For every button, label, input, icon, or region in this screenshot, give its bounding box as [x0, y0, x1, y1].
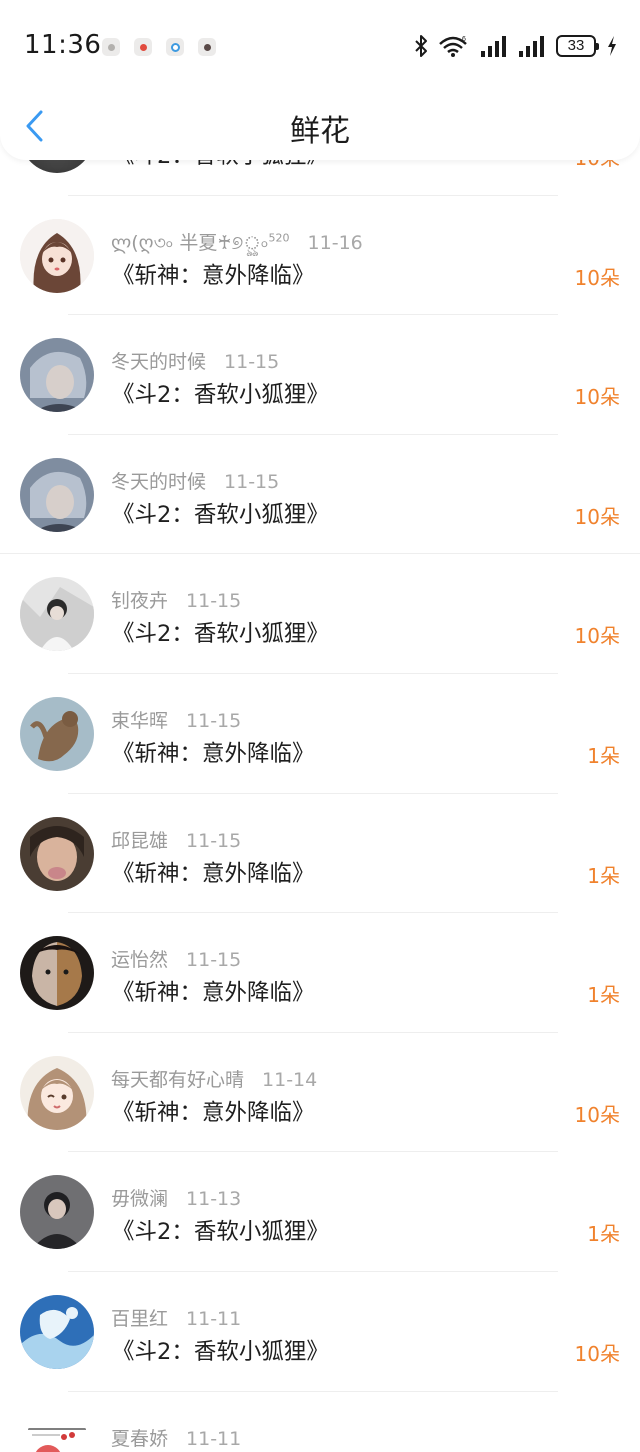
app-notification-icon — [102, 38, 120, 56]
app-notification-icon — [198, 38, 216, 56]
gift-date: 11-11 — [186, 1427, 242, 1450]
flower-amount: 1朵 — [587, 743, 620, 768]
gift-date: 11-15 — [186, 829, 242, 852]
list-item[interactable]: 每天都有好心晴 11-14 《斩神：意外降临》 10朵 — [0, 1033, 640, 1153]
user-name: 每天都有好心晴 — [111, 1068, 245, 1091]
app-notification-icon — [134, 38, 152, 56]
book-title: 《斩神：意外降临》 — [112, 262, 315, 289]
avatar — [20, 218, 94, 293]
flower-amount: 10朵 — [574, 1341, 620, 1366]
book-title: 《斗2：香软小狐狸》 — [112, 1338, 329, 1365]
page-title: 鲜花 — [290, 114, 350, 149]
book-title: 《斩神：意外降临》 — [112, 860, 315, 887]
user-name: 冬天的时候 — [111, 351, 207, 374]
user-name-line: 夏春娇 11-11 — [111, 1424, 241, 1451]
user-name-line: 冬天的时候 11-15 — [111, 347, 279, 374]
status-right: 6 33 — [414, 34, 618, 58]
user-name-line: 钊夜卉 11-15 — [111, 586, 241, 613]
avatar — [20, 816, 94, 891]
header: 11:36 6 33 鲜花 — [0, 0, 640, 160]
user-name: 毋微澜 — [111, 1188, 169, 1211]
avatar — [20, 1294, 94, 1369]
user-name: 邱昆雄 — [111, 829, 169, 852]
list-item[interactable]: 冬天的时候 11-15 《斗2：香软小狐狸》 10朵 — [0, 315, 640, 435]
screen: 《斗2：香软小狐狸》 10朵 ლ(ღ৩৹ 半夏♰୭ৣ৹520 11-16 《斩神：… — [0, 0, 640, 1452]
user-name: 夏春娇 — [111, 1427, 169, 1450]
list-item[interactable]: 冬天的时候 11-15 《斗2：香软小狐狸》 10朵 — [0, 435, 640, 555]
user-name-line: 运怡然 11-15 — [111, 945, 241, 972]
notification-icons — [102, 38, 216, 56]
list-item[interactable]: 百里红 11-11 《斗2：香软小狐狸》 10朵 — [0, 1272, 640, 1392]
user-name-line: 毋微澜 11-13 — [111, 1184, 241, 1211]
wifi-icon: 6 — [439, 36, 467, 57]
list-item[interactable]: 束华晖 11-15 《斩神：意外降临》 1朵 — [0, 674, 640, 794]
avatar — [20, 338, 94, 413]
list-item[interactable]: 钊夜卉 11-15 《斗2：香软小狐狸》 10朵 — [0, 554, 640, 674]
avatar — [20, 1055, 94, 1130]
avatar — [20, 1414, 94, 1452]
gift-date: 11-15 — [186, 709, 242, 732]
book-title: 《斩神：意外降临》 — [112, 740, 315, 767]
signal-icon — [481, 36, 506, 57]
flower-amount: 10朵 — [574, 385, 620, 410]
user-name: 束华晖 — [111, 709, 169, 732]
list-item[interactable]: 夏春娇 11-11 — [0, 1392, 640, 1452]
avatar — [20, 696, 94, 771]
book-title: 《斗2：香软小狐狸》 — [112, 1219, 329, 1246]
list-item[interactable]: 邱昆雄 11-15 《斩神：意外降临》 1朵 — [0, 794, 640, 914]
list-item[interactable]: 毋微澜 11-13 《斗2：香软小狐狸》 1朵 — [0, 1152, 640, 1272]
avatar — [20, 457, 94, 532]
battery-icon: 33 — [556, 35, 599, 57]
flower-amount: 10朵 — [574, 504, 620, 529]
flower-amount: 1朵 — [587, 863, 620, 888]
user-name-line: 冬天的时候 11-15 — [111, 467, 279, 494]
bluetooth-icon — [415, 35, 427, 57]
gift-date: 11-16 — [307, 231, 363, 254]
gift-date: 11-11 — [186, 1307, 242, 1330]
flower-amount: 10朵 — [574, 1102, 620, 1127]
avatar — [20, 936, 94, 1011]
gift-date: 11-13 — [186, 1188, 242, 1211]
gift-date: 11-15 — [186, 590, 242, 613]
avatar — [20, 577, 94, 652]
gift-date: 11-14 — [262, 1068, 318, 1091]
book-title: 《斩神：意外降临》 — [112, 980, 315, 1007]
user-name-line: 束华晖 11-15 — [111, 706, 241, 733]
user-name-line: 百里红 11-11 — [111, 1304, 241, 1331]
book-title: 《斩神：意外降临》 — [112, 1099, 315, 1126]
book-title: 《斗2：香软小狐狸》 — [112, 382, 329, 409]
flower-amount: 1朵 — [587, 1222, 620, 1247]
svg-text:6: 6 — [462, 36, 466, 43]
user-name-suffix: 520 — [268, 231, 290, 245]
book-title: 《斗2：香软小狐狸》 — [112, 501, 329, 528]
user-name-line: ლ(ღ৩৹ 半夏♰୭ৣ৹520 11-16 — [111, 228, 363, 261]
flower-gift-list: 《斗2：香软小狐狸》 10朵 ლ(ღ৩৹ 半夏♰୭ৣ৹520 11-16 《斩神：… — [0, 76, 640, 1452]
user-name: 运怡然 — [111, 949, 169, 972]
avatar — [20, 1175, 94, 1250]
list-item[interactable]: ლ(ღ৩৹ 半夏♰୭ৣ৹520 11-16 《斩神：意外降临》 10朵 — [0, 196, 640, 316]
gift-date: 11-15 — [224, 470, 280, 493]
flower-amount: 10朵 — [574, 624, 620, 649]
user-name: ლ(ღ৩৹ 半夏♰୭ৣ৹ — [111, 231, 269, 254]
user-name-line: 每天都有好心晴 11-14 — [111, 1065, 317, 1092]
charging-icon — [608, 36, 616, 56]
signal-icon — [519, 36, 544, 57]
book-title: 《斗2：香软小狐狸》 — [112, 621, 329, 648]
app-notification-icon — [166, 38, 184, 56]
flower-amount: 10朵 — [574, 265, 620, 290]
user-name-line: 邱昆雄 11-15 — [111, 826, 241, 853]
gift-date: 11-15 — [224, 351, 280, 374]
status-time: 11:36 — [24, 30, 102, 60]
user-name: 冬天的时候 — [111, 470, 207, 493]
flower-amount: 1朵 — [587, 983, 620, 1008]
gift-date: 11-15 — [186, 949, 242, 972]
list-item[interactable]: 运怡然 11-15 《斩神：意外降临》 1朵 — [0, 913, 640, 1033]
user-name: 百里红 — [111, 1307, 169, 1330]
user-name: 钊夜卉 — [111, 590, 169, 613]
